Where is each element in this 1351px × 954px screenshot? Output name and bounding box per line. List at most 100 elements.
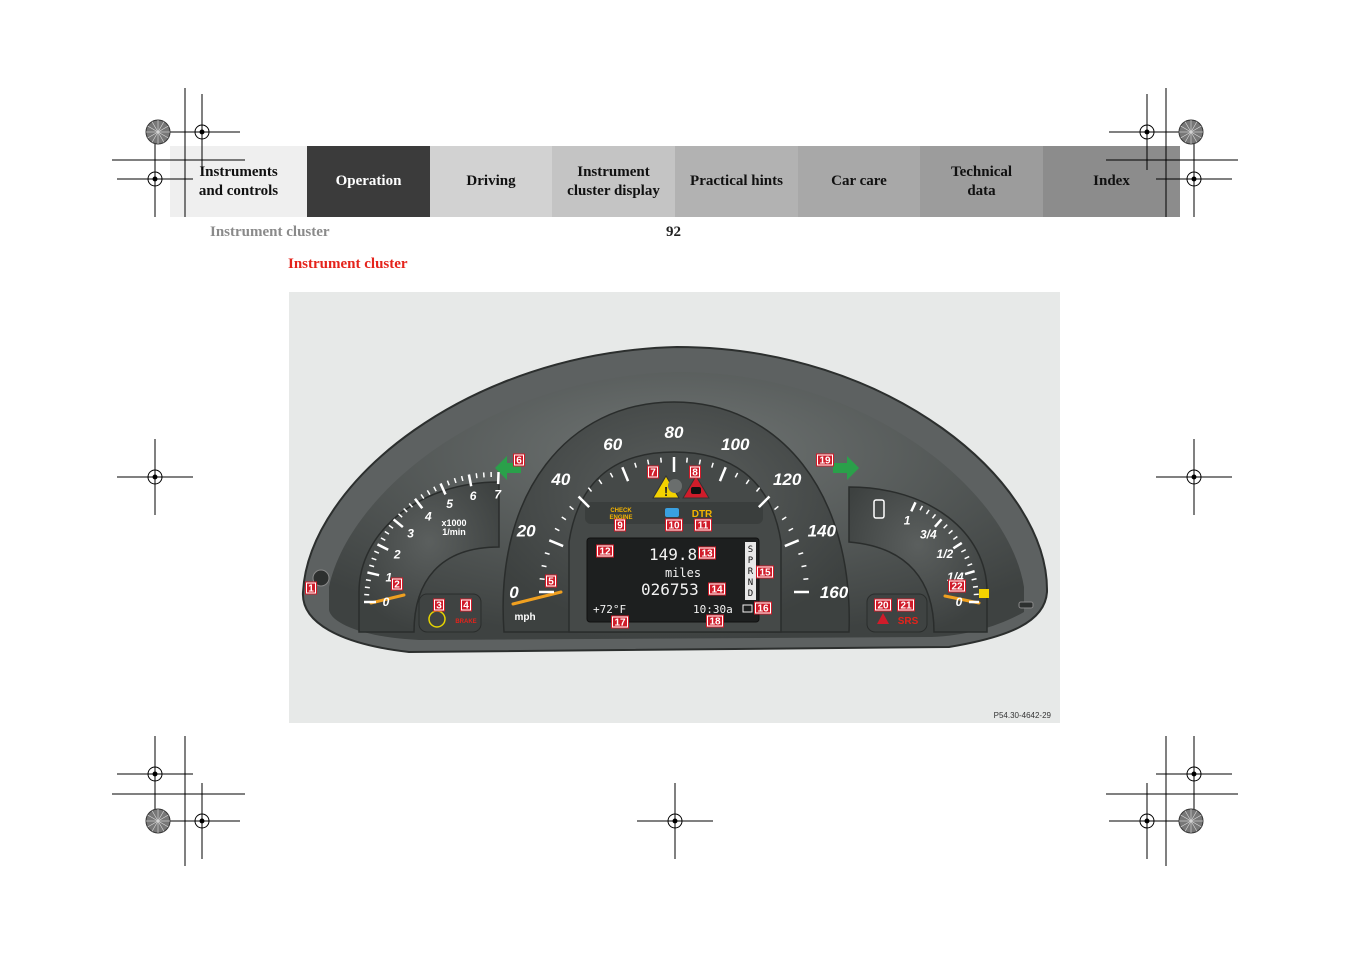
tab-index[interactable]: Index — [1043, 146, 1180, 217]
tab-instruments-and-controls[interactable]: Instruments and controls — [170, 146, 307, 217]
tachometer-tick-label: 6 — [470, 489, 477, 503]
gear-letter: P — [748, 556, 754, 566]
odometer-value: 026753 — [641, 580, 699, 599]
svg-text:10: 10 — [668, 521, 680, 532]
tab-practical-hints[interactable]: Practical hints — [675, 146, 798, 217]
svg-text:!: ! — [664, 484, 668, 499]
display-unit: miles — [665, 566, 701, 580]
svg-text:5: 5 — [548, 577, 554, 588]
svg-text:18: 18 — [709, 617, 721, 628]
fuel-gauge-tick-label: 1/2 — [937, 547, 954, 561]
speedometer-tick-minor-tick — [698, 459, 702, 465]
gear-letter: R — [748, 567, 754, 577]
speedometer-tick-label: 100 — [721, 435, 750, 454]
svg-text:17: 17 — [614, 618, 626, 629]
tachometer-tick-label: 2 — [393, 547, 401, 561]
brake-lamp: BRAKE — [455, 619, 476, 625]
tab-car-care[interactable]: Car care — [798, 146, 920, 217]
callout-6: 6 — [513, 453, 525, 467]
gear-letter: N — [748, 578, 753, 588]
callout-14: 14 — [708, 582, 726, 596]
callout-1: 1 — [305, 581, 317, 595]
tachometer-tick-label: 4 — [424, 509, 432, 523]
svg-text:15: 15 — [759, 568, 771, 579]
callout-21: 21 — [897, 598, 915, 612]
callout-13: 13 — [698, 546, 716, 560]
speedometer-tick-label: 140 — [808, 522, 837, 541]
callout-2: 2 — [391, 577, 403, 591]
chapter-tabs: Instruments and controls Operation Drivi… — [170, 146, 1180, 217]
svg-text:11: 11 — [698, 521, 709, 532]
dtr-lamp: DTR — [692, 509, 713, 520]
callout-17: 17 — [611, 615, 629, 629]
svg-text:2: 2 — [394, 580, 400, 591]
tachometer-tick-minor-tick — [475, 473, 478, 479]
svg-text:19: 19 — [819, 456, 831, 467]
speedometer-tick-label: 40 — [550, 470, 570, 489]
figure-code: P54.30-4642-29 — [993, 711, 1051, 720]
center-indicator-icon — [668, 479, 682, 493]
callout-5: 5 — [545, 574, 557, 588]
svg-text:3: 3 — [436, 601, 442, 612]
svg-text:21: 21 — [900, 601, 912, 612]
fuel-gauge-tick-minor-tick — [971, 578, 977, 581]
speedometer-tick-label: 120 — [773, 470, 802, 489]
tachometer-tick-minor-tick — [365, 579, 371, 582]
callout-20: 20 — [874, 598, 892, 612]
speedometer-tick-minor-tick — [801, 564, 807, 568]
tachometer-tick-label: 0 — [383, 595, 390, 609]
clock-value: 10:30a — [693, 603, 733, 616]
tab-operation[interactable]: Operation — [307, 146, 430, 217]
fuel-gauge-tick-minor-tick — [972, 585, 979, 588]
svg-text:8: 8 — [692, 468, 698, 479]
fuel-gauge-tick-label: 0 — [956, 595, 963, 609]
callout-18: 18 — [706, 614, 724, 628]
speedometer-tick-label: 80 — [665, 423, 684, 442]
speedometer-tick-label: 20 — [516, 522, 536, 541]
tab-instrument-cluster-display[interactable]: Instrument cluster display — [552, 146, 675, 217]
speedometer-tick-minor-tick — [541, 564, 547, 568]
callout-8: 8 — [689, 465, 701, 479]
speedometer-tick-label: 0 — [509, 583, 519, 602]
callout-4: 4 — [460, 598, 472, 612]
svg-text:20: 20 — [877, 601, 889, 612]
fuel-reserve-lamp — [979, 589, 989, 598]
svg-text:22: 22 — [951, 582, 963, 593]
svg-text:1: 1 — [308, 584, 314, 595]
tachometer-tick-label: 3 — [407, 527, 414, 541]
section-title: Instrument cluster — [288, 256, 408, 272]
gear-letter: S — [748, 545, 753, 555]
speedometer-tick-minor-tick — [646, 459, 650, 465]
fuel-gauge-tick-label: 1 — [904, 514, 911, 528]
speedometer-unit: mph — [514, 612, 535, 623]
callout-11: 11 — [694, 518, 712, 532]
svg-text:13: 13 — [701, 549, 713, 560]
outside-temperature: +72°F — [593, 603, 626, 616]
tach-unit-1-min: 1/min — [442, 527, 466, 537]
trip-meter-value: 149.8 — [649, 545, 697, 564]
running-head: Instrument cluster — [210, 224, 330, 240]
gear-letter: D — [748, 589, 753, 599]
svg-text:16: 16 — [757, 604, 769, 615]
tachometer-tick-label: 5 — [446, 497, 453, 511]
check-engine-lamp-line2: ENGINE — [609, 515, 632, 521]
svg-text:14: 14 — [711, 585, 723, 596]
display-switch — [1018, 601, 1034, 609]
speedometer-tick-label: 160 — [820, 583, 849, 602]
fuel-gauge-tick-label: 3/4 — [920, 528, 937, 542]
instrument-cluster-figure: ! 01234567 0 20 40 60 80 100 120 140 160 0 1/4 1/2… — [289, 292, 1060, 723]
cluster-illustration: ! 0123456 7 020406080100120140160 01/41/2… — [301, 345, 1049, 654]
tachometer-tick-minor-tick — [364, 586, 370, 589]
svg-text:12: 12 — [599, 547, 611, 558]
svg-text:6: 6 — [516, 456, 522, 467]
svg-text:4: 4 — [463, 601, 469, 612]
gear-indicator: SPRND — [745, 542, 756, 600]
tab-driving[interactable]: Driving — [430, 146, 552, 217]
speedometer-tick-label: 60 — [603, 435, 622, 454]
callout-3: 3 — [433, 598, 445, 612]
callout-12: 12 — [596, 544, 614, 558]
callout-16: 16 — [754, 601, 772, 615]
callout-10: 10 — [665, 518, 683, 532]
tab-technical-data[interactable]: Technical data — [920, 146, 1043, 217]
svg-text:9: 9 — [617, 521, 623, 532]
